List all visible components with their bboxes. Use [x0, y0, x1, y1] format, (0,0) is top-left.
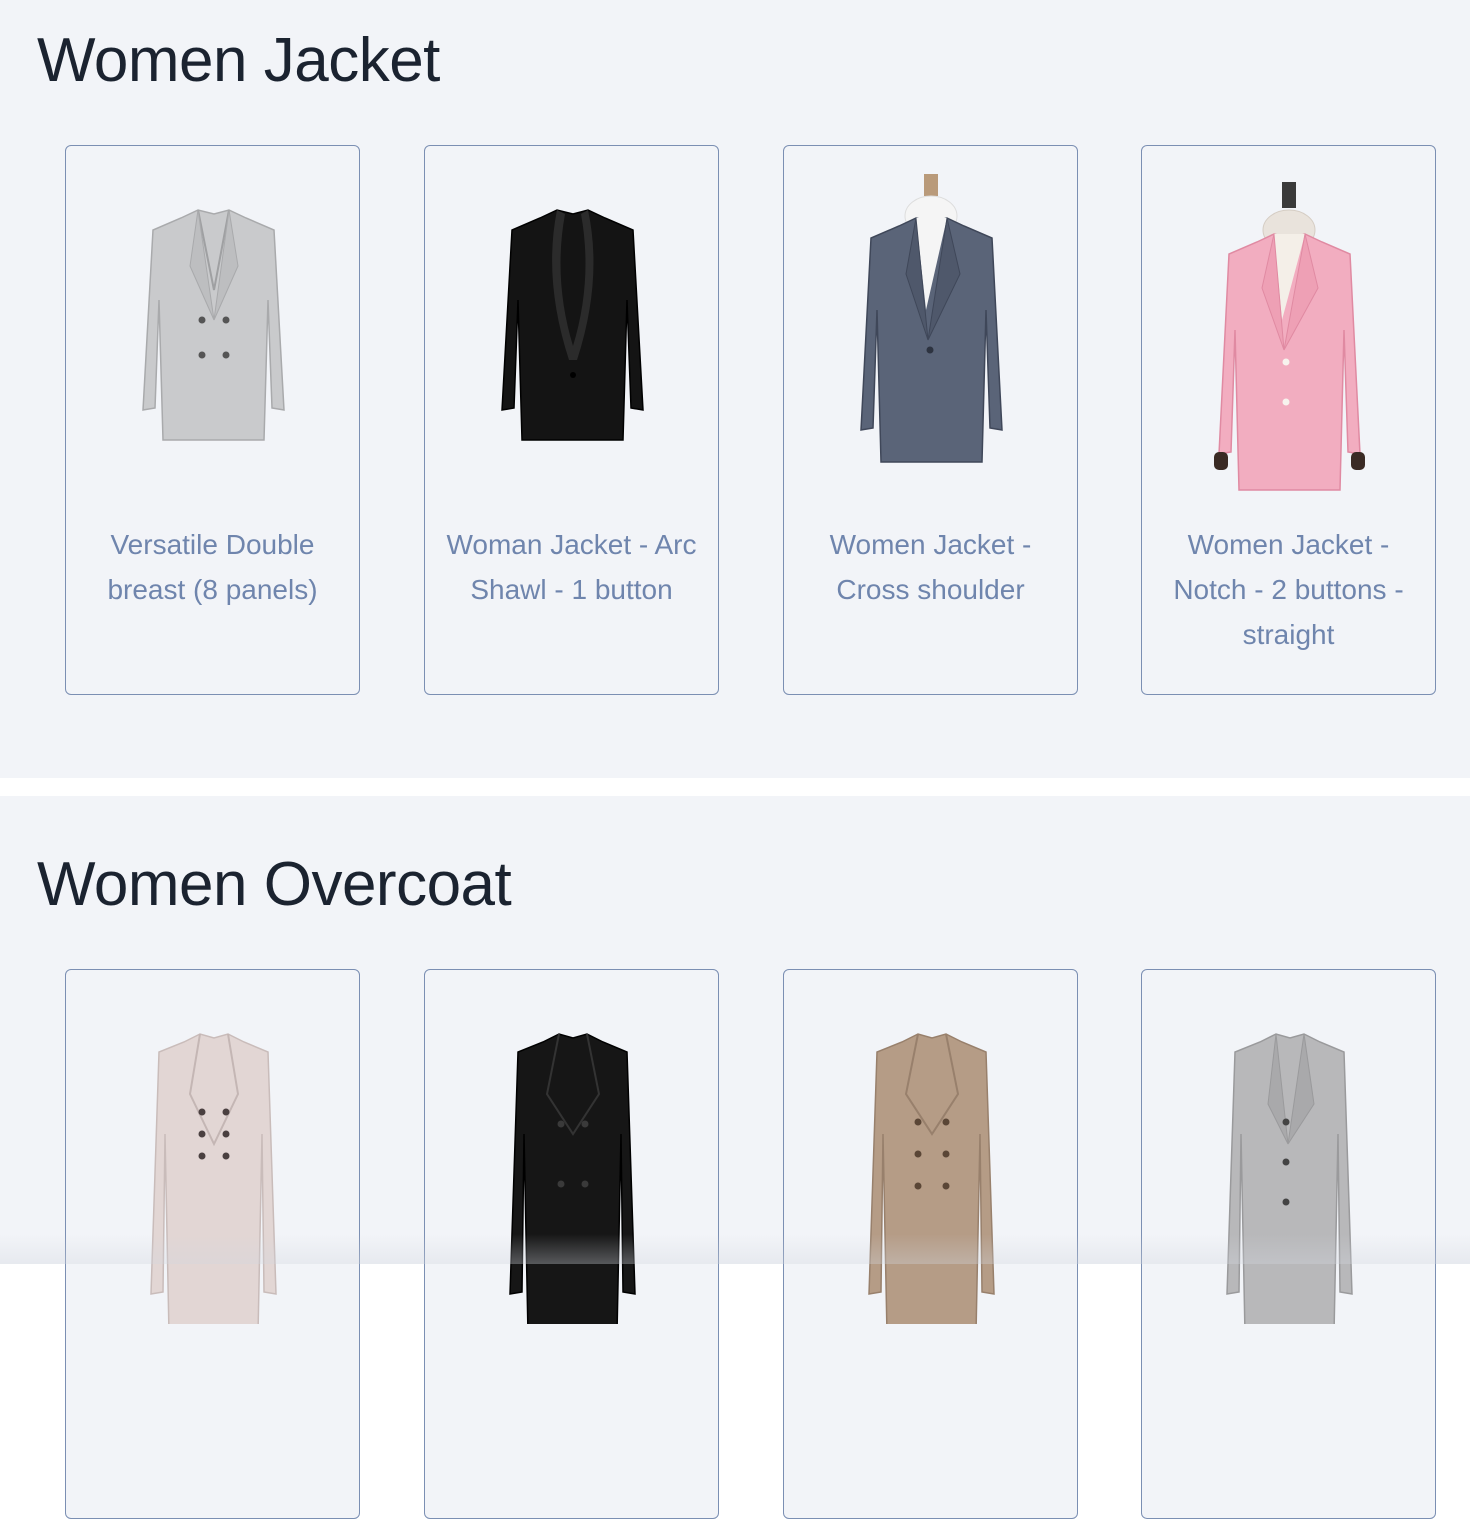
product-card[interactable]: Woman Jacket - Arc Shawl - 1 button: [424, 145, 719, 695]
overcoat-image[interactable]: [1202, 994, 1377, 1324]
product-card[interactable]: Versatile Double breast (8 panels): [65, 145, 360, 695]
product-name[interactable]: Women Jacket - Cross shoulder: [798, 522, 1063, 612]
product-card[interactable]: Women Jacket - Cross shoulder: [783, 145, 1078, 695]
product-card[interactable]: [1141, 969, 1436, 1519]
product-name[interactable]: Versatile Double breast (8 panels): [80, 522, 345, 612]
jacket-image[interactable]: [485, 170, 660, 500]
product-name[interactable]: Women Jacket - Notch - 2 buttons - strai…: [1156, 522, 1421, 657]
product-card[interactable]: Women Jacket - Notch - 2 buttons - strai…: [1141, 145, 1436, 695]
product-name[interactable]: Woman Jacket - Arc Shawl - 1 button: [439, 522, 704, 612]
jacket-image[interactable]: [126, 170, 301, 500]
product-card[interactable]: [783, 969, 1078, 1519]
section-title: Women Jacket: [37, 26, 440, 95]
jacket-image[interactable]: [844, 170, 1019, 500]
jacket-image[interactable]: [1202, 170, 1377, 500]
product-card[interactable]: [65, 969, 360, 1519]
section-title: Women Overcoat: [37, 850, 512, 919]
overcoat-image[interactable]: [485, 994, 660, 1324]
product-card[interactable]: [424, 969, 719, 1519]
section-women-jacket: Women Jacket Versatile Double breast (8 …: [0, 0, 1470, 778]
overcoat-image[interactable]: [844, 994, 1019, 1324]
section-women-overcoat: Women Overcoat: [0, 796, 1470, 1519]
overcoat-image[interactable]: [126, 994, 301, 1324]
